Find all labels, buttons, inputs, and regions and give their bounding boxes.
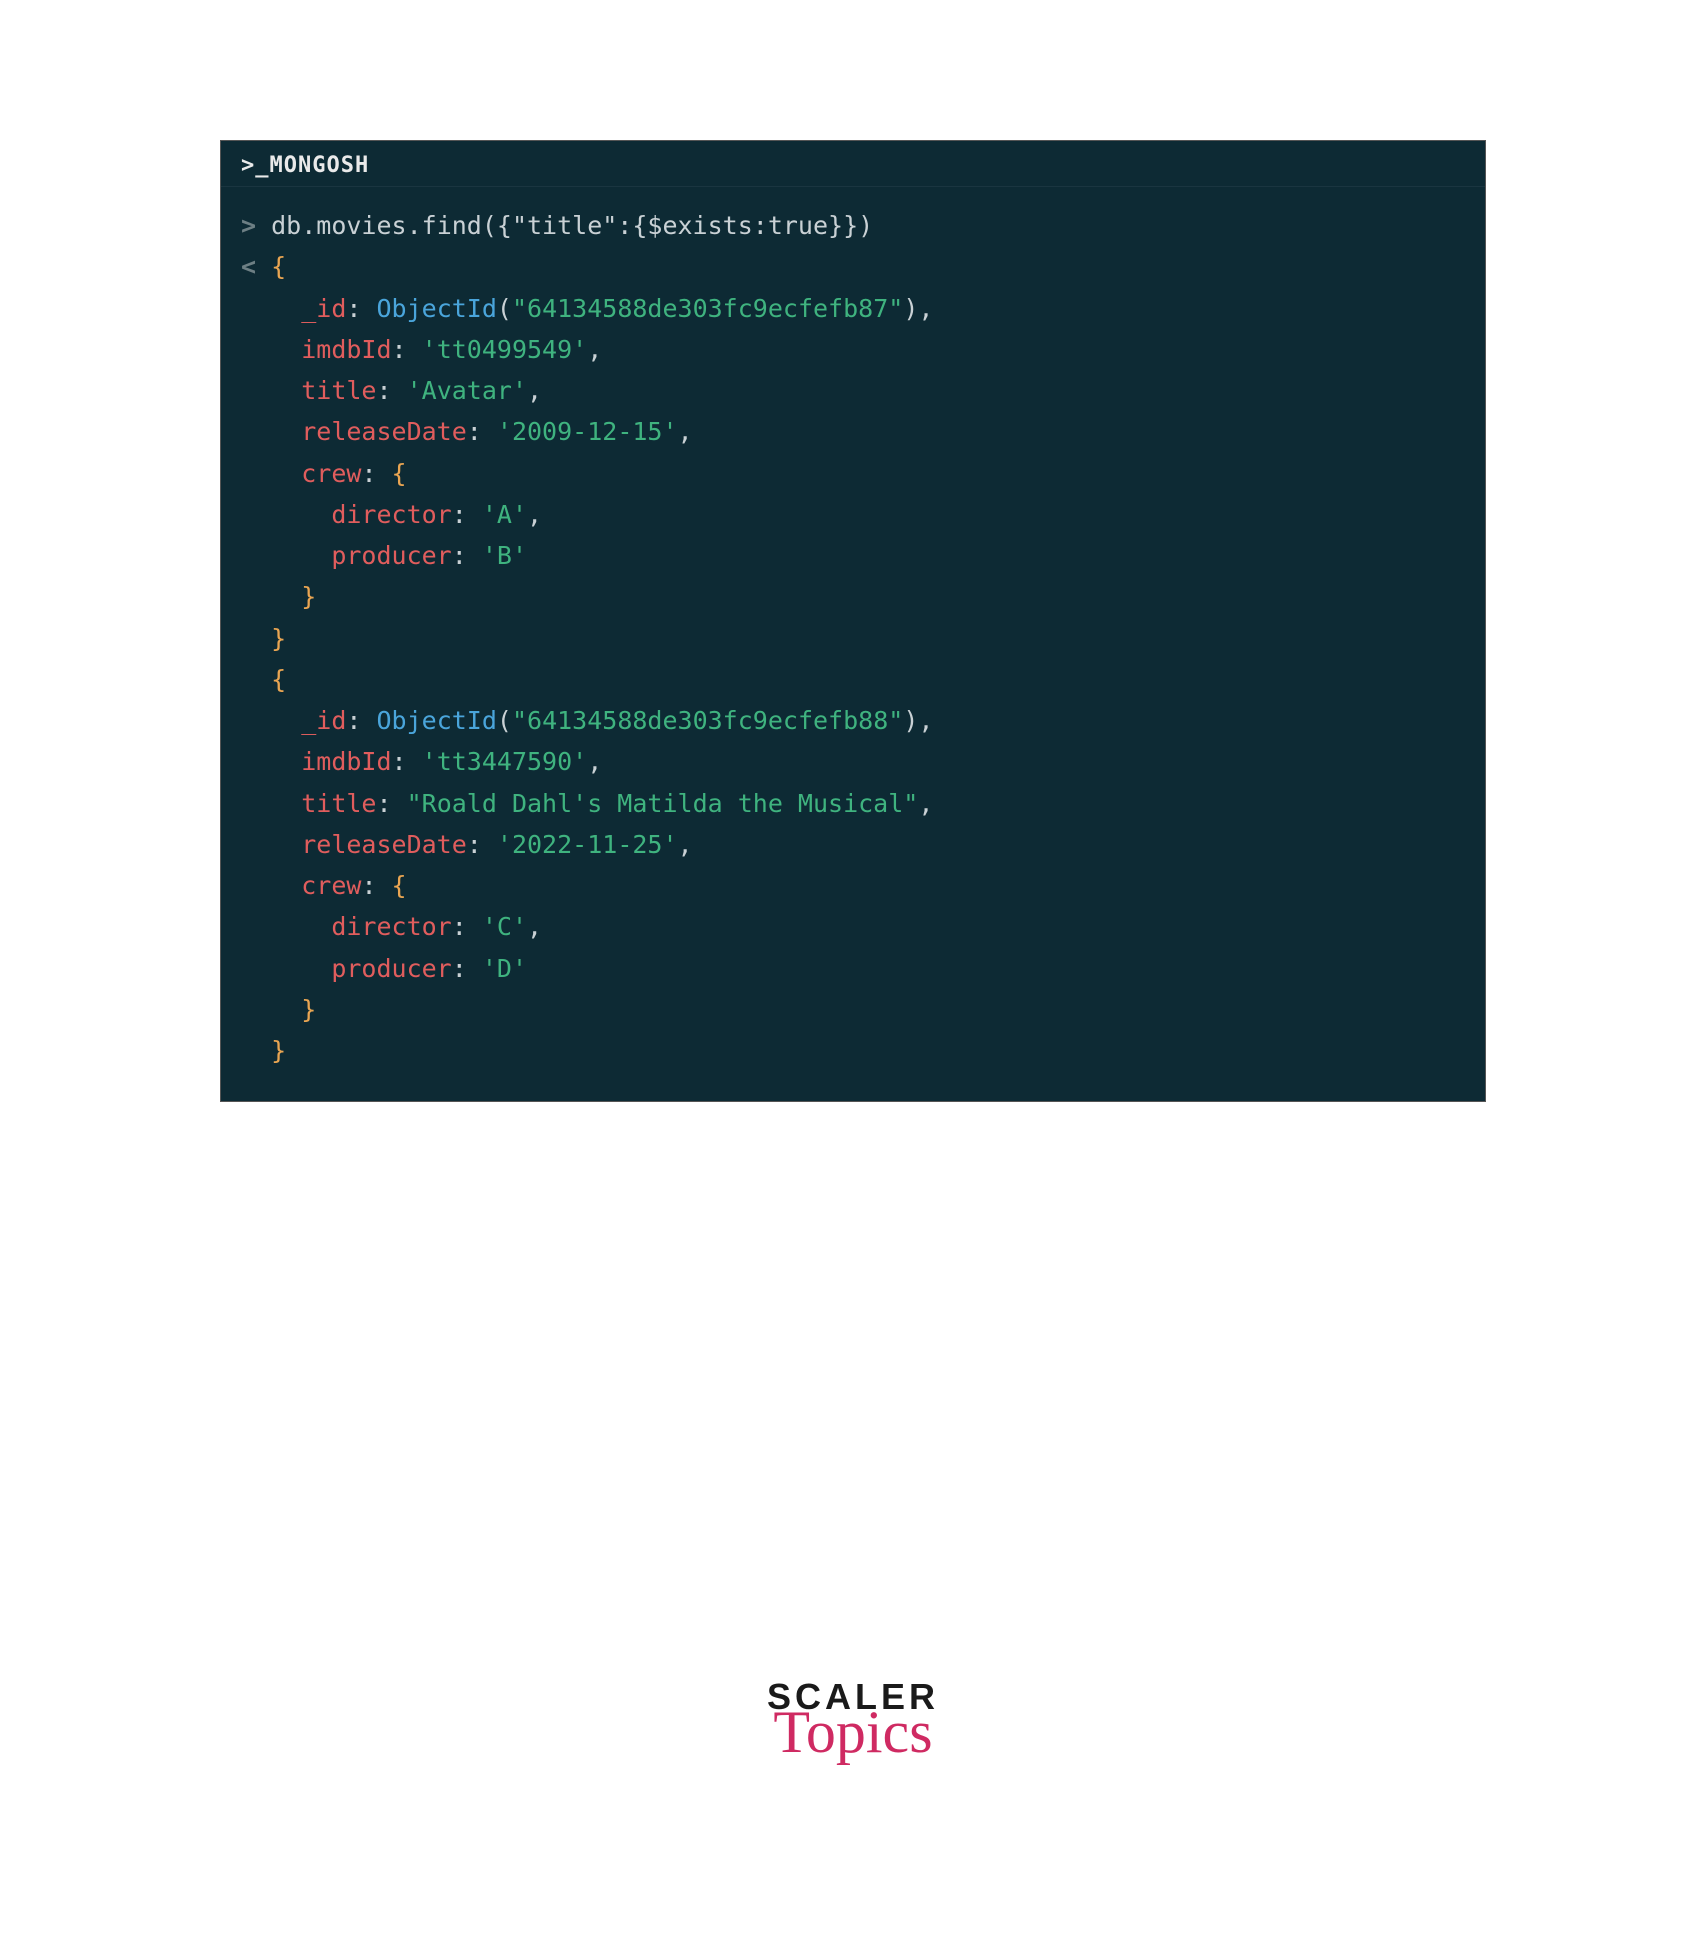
key-crew: crew — [301, 459, 361, 488]
val-director: 'A' — [482, 500, 527, 529]
objectid-fn: ObjectId — [376, 294, 496, 323]
key-crew: crew — [301, 871, 361, 900]
prompt-out-icon: < — [241, 252, 256, 281]
brace: { — [392, 459, 407, 488]
val-date: '2009-12-15' — [497, 417, 678, 446]
val-director: 'C' — [482, 912, 527, 941]
terminal-title: >_MONGOSH — [221, 141, 1485, 187]
objectid-fn: ObjectId — [376, 706, 496, 735]
key-producer: producer — [331, 954, 451, 983]
key-id: _id — [301, 294, 346, 323]
prompt-in-icon: > — [241, 211, 256, 240]
key-title: title — [301, 376, 376, 405]
key-director: director — [331, 500, 451, 529]
brace: { — [271, 252, 286, 281]
code-output[interactable]: > db.movies.find({"title":{$exists:true}… — [221, 187, 1485, 1101]
val-producer: 'D' — [482, 954, 527, 983]
objectid-val: "64134588de303fc9ecfefb87" — [512, 294, 903, 323]
key-date: releaseDate — [301, 417, 467, 446]
brace: { — [392, 871, 407, 900]
brace: } — [301, 582, 316, 611]
mongosh-terminal: >_MONGOSH > db.movies.find({"title":{$ex… — [220, 140, 1486, 1102]
brace: } — [271, 1036, 286, 1065]
key-imdb: imdbId — [301, 335, 391, 364]
command-text: db.movies.find({"title":{$exists:true}}) — [271, 211, 873, 240]
key-director: director — [331, 912, 451, 941]
val-imdb: 'tt3447590' — [422, 747, 588, 776]
val-date: '2022-11-25' — [497, 830, 678, 859]
brace: } — [301, 995, 316, 1024]
key-id: _id — [301, 706, 346, 735]
key-producer: producer — [331, 541, 451, 570]
val-producer: 'B' — [482, 541, 527, 570]
brand-logo: SCALER Topics — [767, 1681, 939, 1759]
key-imdb: imdbId — [301, 747, 391, 776]
brace: } — [271, 624, 286, 653]
brand-bottom: Topics — [767, 1705, 939, 1759]
val-imdb: 'tt0499549' — [422, 335, 588, 364]
brace: { — [271, 665, 286, 694]
key-title: title — [301, 789, 376, 818]
objectid-val: "64134588de303fc9ecfefb88" — [512, 706, 903, 735]
val-title: 'Avatar' — [407, 376, 527, 405]
key-date: releaseDate — [301, 830, 467, 859]
val-title: "Roald Dahl's Matilda the Musical" — [407, 789, 919, 818]
